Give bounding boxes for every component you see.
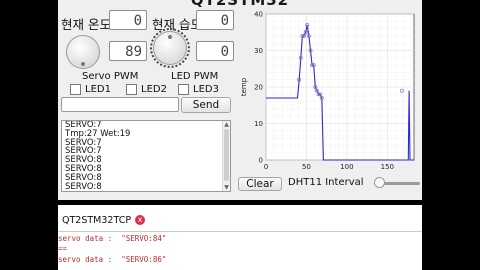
y-tick-label: 40	[254, 11, 263, 19]
close-icon[interactable]: x	[135, 215, 146, 225]
temperature-label: 현재 온도	[61, 17, 111, 32]
x-tick-label: 150	[381, 163, 394, 171]
temperature-chart: 0 50 100 150 0 10 20 30 40 temp	[240, 11, 415, 171]
window-title: QT2STM32	[190, 0, 290, 9]
app-window: QT2STM32 현재 온도 0 현재 습도 0 89 0 Servo PWM …	[58, 0, 422, 200]
led3-checkbox[interactable]: LED3	[178, 84, 219, 95]
x-tick-label: 100	[340, 163, 353, 171]
led2-checkbox[interactable]: LED2	[126, 84, 167, 95]
scroll-down-icon[interactable]: ▼	[223, 184, 230, 191]
y-tick-label: 10	[254, 120, 263, 128]
led1-label: LED1	[85, 84, 111, 95]
servo-display: 89	[109, 41, 147, 61]
log-line: SERVO:8	[65, 181, 102, 192]
x-tick-label: 0	[264, 163, 268, 171]
led1-checkbox[interactable]: LED1	[70, 84, 111, 95]
led3-box	[178, 84, 189, 95]
interval-label: DHT11 Interval	[288, 177, 364, 188]
terminal-line: servo data : "SERVO:86"	[58, 255, 167, 264]
led3-label: LED3	[193, 84, 219, 95]
scroll-up-icon[interactable]: ▲	[223, 121, 230, 128]
terminal-divider	[58, 231, 422, 232]
log-box[interactable]: SERVO:7 Tmp:27 Wet:19 SERVO:7 SERVO:7 SERVO:…	[61, 120, 231, 192]
servo-dial-indicator	[81, 62, 85, 66]
led-dial-indicator	[168, 35, 172, 39]
terminal-line: servo data : "SERVO:84"	[58, 234, 167, 243]
interval-slider-handle[interactable]	[374, 177, 385, 188]
led-dial[interactable]	[153, 31, 187, 65]
x-tick-label: 50	[302, 163, 311, 171]
terminal-tab-label: QT2STM32TCP	[62, 214, 132, 226]
terminal-line: ==	[58, 244, 68, 253]
clear-button[interactable]: Clear	[238, 177, 282, 191]
led1-box	[70, 84, 81, 95]
y-axis-label: temp	[240, 77, 248, 96]
send-button[interactable]: Send	[181, 97, 231, 113]
y-tick-label: 0	[259, 157, 263, 165]
y-tick-label: 20	[254, 84, 263, 92]
led2-label: LED2	[141, 84, 167, 95]
y-tick-label: 30	[254, 47, 263, 55]
terminal-tab[interactable]: QT2STM32TCP x	[58, 212, 146, 228]
servo-dial[interactable]	[66, 35, 100, 69]
temperature-display: 0	[109, 10, 147, 30]
led2-box	[126, 84, 137, 95]
log-scrollbar[interactable]: ▲ ▼	[222, 121, 230, 191]
send-input[interactable]	[61, 97, 179, 112]
led-pwm-display: 0	[196, 41, 234, 61]
scroll-thumb[interactable]	[224, 129, 229, 181]
servo-label: Servo PWM	[82, 71, 139, 82]
led-pwm-label: LED PWM	[171, 71, 219, 82]
humidity-display: 0	[196, 10, 234, 30]
terminal-panel: QT2STM32TCP x servo data : "SERVO:84" ==…	[58, 205, 422, 270]
log-lines: SERVO:7 Tmp:27 Wet:19 SERVO:7 SERVO:7 SERVO:…	[62, 121, 230, 191]
